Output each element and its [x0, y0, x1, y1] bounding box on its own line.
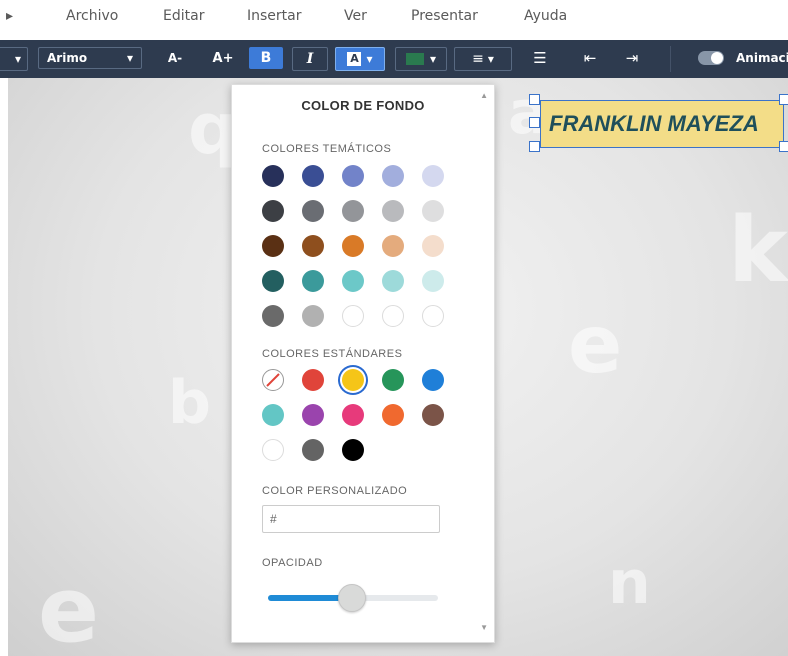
- standard-color-swatch[interactable]: [302, 369, 324, 391]
- standard-color-swatch[interactable]: [382, 404, 404, 426]
- standard-color-swatch[interactable]: [422, 369, 444, 391]
- increase-font-button[interactable]: A+: [210, 47, 236, 69]
- resize-handle[interactable]: [529, 94, 540, 105]
- font-family-select[interactable]: Arimo ▾: [38, 47, 142, 69]
- theme-color-swatch[interactable]: [382, 305, 404, 327]
- color-swatch-icon: [405, 53, 424, 65]
- standard-color-swatch[interactable]: [382, 369, 404, 391]
- background-decoration: b: [168, 368, 211, 438]
- animation-label: Animaci: [736, 51, 788, 65]
- theme-color-swatch[interactable]: [262, 305, 284, 327]
- animation-toggle[interactable]: [696, 47, 726, 69]
- theme-color-swatch[interactable]: [262, 165, 284, 187]
- background-color-popup: COLOR DE FONDO ▲ ▼ COLORES TEMÁTICOS COL…: [231, 84, 495, 643]
- indent-icon[interactable]: ⇥: [620, 47, 644, 69]
- scroll-up-icon[interactable]: ▲: [480, 91, 488, 100]
- menu-editar[interactable]: Editar: [163, 8, 204, 24]
- scroll-down-icon[interactable]: ▼: [480, 623, 488, 632]
- partial-dropdown[interactable]: ▾: [0, 47, 28, 71]
- theme-color-swatch[interactable]: [262, 200, 284, 222]
- italic-button[interactable]: I: [292, 47, 328, 71]
- menu-archivo[interactable]: Archivo: [66, 8, 118, 24]
- standard-color-swatch[interactable]: [262, 404, 284, 426]
- standard-color-swatch[interactable]: [302, 404, 324, 426]
- menu-ver[interactable]: Ver: [344, 8, 367, 24]
- menu-presentar[interactable]: Presentar: [411, 8, 478, 24]
- popup-title: COLOR DE FONDO: [301, 98, 425, 113]
- menu-partial-item[interactable]: ▸: [6, 8, 13, 24]
- chevron-down-icon: ▾: [14, 52, 22, 66]
- highlight-a-icon: A: [347, 52, 362, 66]
- resize-handle[interactable]: [779, 141, 788, 152]
- menu-ayuda[interactable]: Ayuda: [524, 8, 567, 24]
- standard-color-swatch[interactable]: [302, 439, 324, 461]
- background-decoration: e: [38, 558, 100, 656]
- theme-color-swatch[interactable]: [302, 200, 324, 222]
- slide-title-box[interactable]: FRANKLIN MAYEZA: [540, 100, 784, 148]
- standard-color-swatch[interactable]: [262, 439, 284, 461]
- theme-color-swatch[interactable]: [342, 165, 364, 187]
- theme-color-swatch[interactable]: [262, 270, 284, 292]
- resize-handle[interactable]: [529, 117, 540, 128]
- bulleted-list-icon[interactable]: ☰: [528, 47, 552, 69]
- chevron-down-icon: ▾: [126, 51, 133, 65]
- bold-button[interactable]: B: [249, 47, 283, 69]
- theme-color-swatch[interactable]: [342, 235, 364, 257]
- theme-color-swatch[interactable]: [422, 270, 444, 292]
- background-decoration: k: [728, 198, 788, 303]
- no-color-icon[interactable]: [262, 369, 284, 391]
- opacity-label: OPACIDAD: [262, 557, 323, 569]
- theme-color-swatch[interactable]: [422, 235, 444, 257]
- theme-color-swatch[interactable]: [342, 200, 364, 222]
- theme-color-swatch[interactable]: [422, 305, 444, 327]
- theme-color-swatch[interactable]: [262, 235, 284, 257]
- align-left-icon: ≡: [472, 51, 484, 67]
- theme-color-swatch[interactable]: [382, 200, 404, 222]
- theme-color-swatch[interactable]: [302, 165, 324, 187]
- theme-color-swatch[interactable]: [422, 165, 444, 187]
- standard-color-swatch[interactable]: [422, 404, 444, 426]
- chevron-down-icon: ▾: [429, 52, 437, 66]
- theme-color-swatch[interactable]: [382, 165, 404, 187]
- theme-color-swatch[interactable]: [302, 270, 324, 292]
- slide-title-text[interactable]: FRANKLIN MAYEZA: [549, 111, 759, 137]
- theme-color-swatch[interactable]: [382, 235, 404, 257]
- chevron-down-icon: ▾: [366, 52, 373, 66]
- resize-handle[interactable]: [529, 141, 540, 152]
- outdent-icon[interactable]: ⇤: [578, 47, 602, 69]
- toolbar-divider: [670, 46, 671, 72]
- text-color-dropdown[interactable]: ▾: [395, 47, 447, 71]
- standard-color-swatch-selected[interactable]: [342, 369, 364, 391]
- theme-color-swatch[interactable]: [342, 305, 364, 327]
- menu-bar: ▸ Archivo Editar Insertar Ver Presentar …: [0, 0, 788, 36]
- theme-color-swatch[interactable]: [422, 200, 444, 222]
- theme-color-swatch[interactable]: [342, 270, 364, 292]
- theme-colors-label: COLORES TEMÁTICOS: [262, 143, 392, 155]
- standard-colors-label: COLORES ESTÁNDARES: [262, 348, 403, 360]
- background-decoration: e: [568, 298, 623, 391]
- chevron-down-icon: ▾: [487, 52, 494, 66]
- standard-color-swatch[interactable]: [342, 439, 364, 461]
- align-dropdown[interactable]: ≡ ▾: [454, 47, 512, 71]
- font-name: Arimo: [47, 51, 88, 65]
- decrease-font-button[interactable]: A-: [162, 47, 188, 69]
- custom-color-label: COLOR PERSONALIZADO: [262, 485, 408, 497]
- resize-handle[interactable]: [779, 94, 788, 105]
- background-decoration: n: [608, 548, 651, 618]
- menu-insertar[interactable]: Insertar: [247, 8, 302, 24]
- toggle-icon: [698, 51, 724, 65]
- format-toolbar: ▾ Arimo ▾ A- A+ B I A ▾ ▾ ≡ ▾ ☰ ⇤ ⇥ Anim…: [0, 40, 788, 78]
- theme-color-swatch[interactable]: [302, 305, 324, 327]
- theme-color-swatch[interactable]: [302, 235, 324, 257]
- standard-color-swatch[interactable]: [342, 404, 364, 426]
- theme-color-swatch[interactable]: [382, 270, 404, 292]
- opacity-slider-handle[interactable]: [338, 584, 366, 612]
- background-color-button[interactable]: A ▾: [335, 47, 385, 71]
- hex-color-input[interactable]: #: [262, 505, 440, 533]
